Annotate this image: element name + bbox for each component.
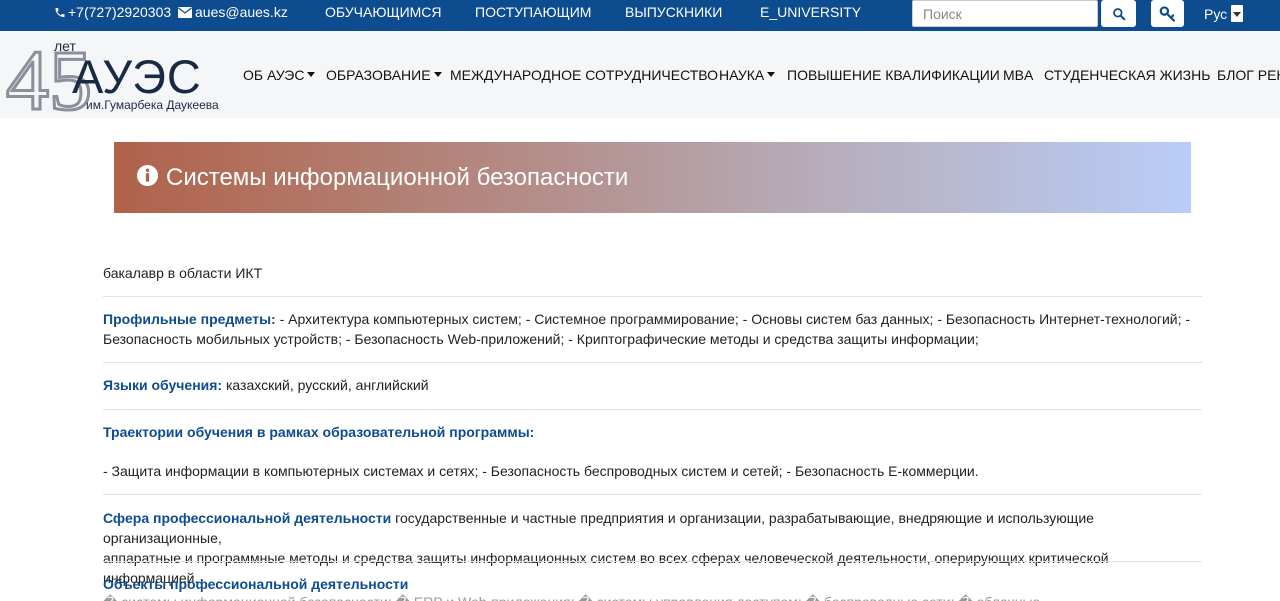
profile-subjects-label: Профильные предметы: bbox=[103, 311, 276, 327]
nav-student-life[interactable]: СТУДЕНЧЕСКАЯ ЖИЗНЬ bbox=[1044, 67, 1210, 83]
topnav-graduates[interactable]: ВЫПУСКНИКИ bbox=[625, 4, 722, 20]
phone-number: +7(727)2920303 bbox=[68, 4, 172, 20]
logo-name: АУЭС bbox=[72, 50, 202, 103]
logo-subtitle: им.Гумарбека Даукеева bbox=[86, 98, 219, 112]
email-address: aues@aues.kz bbox=[195, 4, 288, 20]
caret-down-icon bbox=[307, 71, 316, 77]
study-languages: Языки обучения: казахский, русский, англ… bbox=[103, 375, 1202, 395]
chevron-down-icon bbox=[1231, 5, 1244, 22]
nav-blog-label: БЛОГ РЕК bbox=[1217, 67, 1280, 83]
nav-education-label: ОБРАЗОВАНИЕ bbox=[326, 67, 431, 83]
divider bbox=[103, 494, 1202, 495]
professional-sphere-label: Сфера профессиональной деятельности bbox=[103, 510, 392, 526]
nav-mba-label: MBA bbox=[1003, 67, 1034, 83]
nav-mba[interactable]: MBA bbox=[1003, 67, 1033, 83]
professional-objects-text: � системы информационной безопасности; �… bbox=[103, 592, 1202, 601]
study-languages-label: Языки обучения: bbox=[103, 377, 223, 393]
divider bbox=[103, 362, 1202, 363]
page-title-banner: Системы информационной безопасности bbox=[114, 142, 1191, 213]
nav-international-label: МЕЖДУНАРОДНОЕ СОТРУДНИЧЕСТВО bbox=[450, 67, 719, 83]
nav-student-life-label: СТУДЕНЧЕСКАЯ ЖИЗНЬ bbox=[1044, 67, 1211, 83]
trajectories-text: - Защита информации в компьютерных систе… bbox=[103, 463, 979, 479]
page-title: Системы информационной безопасности bbox=[166, 163, 629, 191]
nav-about-label: ОБ АУЭС bbox=[243, 67, 305, 83]
nav-science[interactable]: НАУКА bbox=[719, 67, 776, 83]
trajectories-heading: Траектории обучения в рамках образовател… bbox=[103, 422, 1202, 442]
top-bar: +7(727)2920303 aues@aues.kz ОБУЧАЮЩИМСЯ … bbox=[0, 0, 1280, 31]
trajectories-label: Траектории обучения в рамках образовател… bbox=[103, 424, 535, 440]
profile-subjects: Профильные предметы: - Архитектура компь… bbox=[103, 309, 1202, 349]
topnav-applicants[interactable]: ПОСТУПАЮЩИМ bbox=[475, 4, 591, 20]
email-link[interactable]: aues@aues.kz bbox=[178, 4, 288, 20]
nav-international[interactable]: МЕЖДУНАРОДНОЕ СОТРУДНИЧЕСТВО bbox=[450, 67, 718, 83]
login-button[interactable] bbox=[1151, 0, 1184, 27]
language-select[interactable]: Рус bbox=[1204, 5, 1244, 22]
search-icon bbox=[1112, 7, 1126, 21]
topnav-e-university[interactable]: E_UNIVERSITY bbox=[760, 4, 861, 20]
phone-icon bbox=[54, 6, 66, 19]
caret-down-icon bbox=[767, 71, 776, 77]
nav-qualification[interactable]: ПОВЫШЕНИЕ КВАЛИФИКАЦИИ bbox=[787, 67, 1000, 83]
info-circle-icon bbox=[136, 164, 159, 192]
divider bbox=[103, 409, 1202, 410]
degree-text: бакалавр в области ИКТ bbox=[103, 265, 263, 281]
nav-qualification-label: ПОВЫШЕНИЕ КВАЛИФИКАЦИИ bbox=[787, 67, 1000, 83]
key-icon bbox=[1159, 5, 1177, 22]
site-header: 45 лет АУЭС им.Гумарбека Даукеева ОБ АУЭ… bbox=[0, 31, 1280, 130]
nav-blog[interactable]: БЛОГ РЕК bbox=[1217, 67, 1280, 83]
search-button[interactable] bbox=[1101, 0, 1136, 27]
language-label: Рус bbox=[1204, 5, 1228, 22]
divider bbox=[103, 296, 1202, 297]
search-input[interactable]: Поиск bbox=[912, 0, 1098, 27]
nav-science-label: НАУКА bbox=[719, 67, 765, 83]
nav-about[interactable]: ОБ АУЭС bbox=[243, 67, 316, 83]
profile-subjects-line2: Безопасность мобильных устройств; - Безо… bbox=[103, 331, 979, 347]
nav-education[interactable]: ОБРАЗОВАНИЕ bbox=[326, 67, 442, 83]
profile-subjects-line1: - Архитектура компьютерных систем; - Сис… bbox=[275, 311, 1191, 327]
study-languages-value: казахский, русский, английский bbox=[222, 377, 429, 393]
phone-link[interactable]: +7(727)2920303 bbox=[54, 4, 171, 20]
envelope-icon bbox=[178, 6, 192, 18]
caret-down-icon bbox=[433, 71, 442, 77]
professional-objects-label: Объекты профессиональной деятельности bbox=[103, 576, 409, 592]
divider bbox=[103, 561, 1202, 562]
topnav-students[interactable]: ОБУЧАЮЩИМСЯ bbox=[325, 4, 442, 20]
professional-objects: Объекты профессиональной деятельности bbox=[103, 574, 1202, 594]
university-logo[interactable]: 45 лет АУЭС им.Гумарбека Даукеева bbox=[2, 31, 252, 130]
